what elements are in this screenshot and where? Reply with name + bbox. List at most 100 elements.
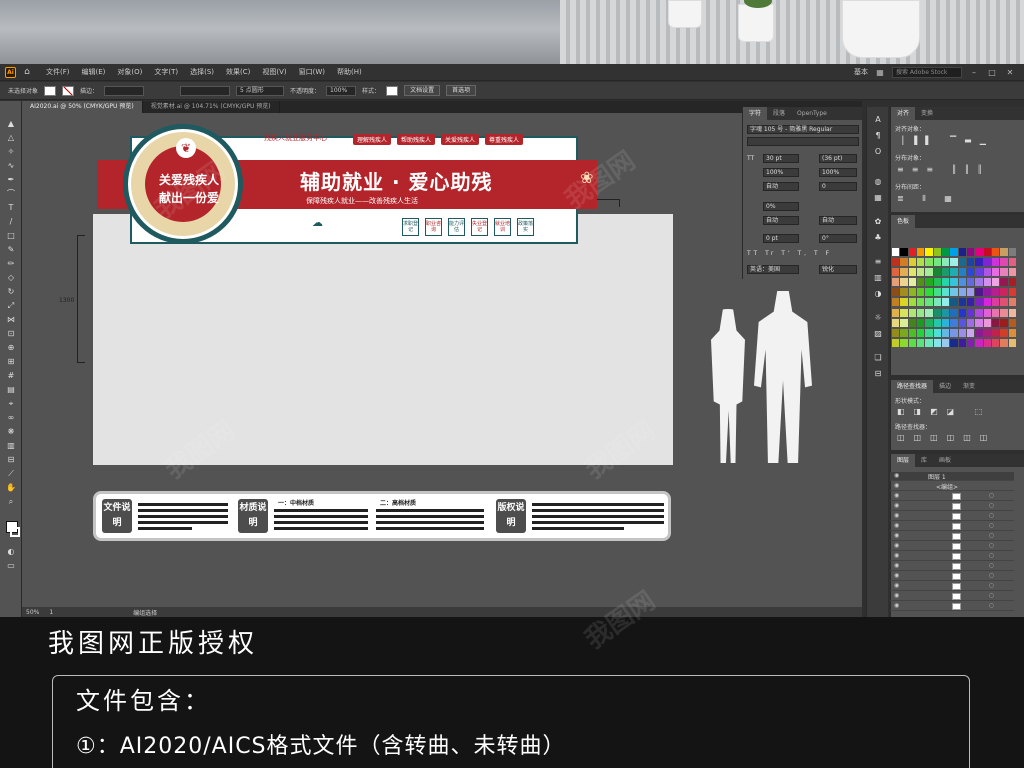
- tab-character[interactable]: 字符: [743, 107, 768, 120]
- color-swatch[interactable]: [900, 268, 908, 277]
- menu-help[interactable]: 帮助(H): [337, 67, 362, 77]
- spacing-buttons[interactable]: ≣ ⦀ ▦: [897, 194, 960, 204]
- menu-object[interactable]: 对象(O): [117, 67, 142, 77]
- document-setup-button[interactable]: 文档设置: [404, 85, 441, 96]
- font-family-field[interactable]: 字魂 105 号 - 简雅黑 Regular: [747, 125, 859, 134]
- color-swatch[interactable]: [1000, 248, 1008, 256]
- menu-effect[interactable]: 效果(C): [226, 67, 250, 77]
- paintbrush-icon[interactable]: ✎: [6, 245, 16, 255]
- target-circle-icon[interactable]: ○: [989, 542, 994, 549]
- tab-visual-assets[interactable]: 视觉素材.ai @ 104.71% (CMYK/GPU 预览): [143, 101, 280, 113]
- color-swatch[interactable]: [967, 258, 975, 267]
- color-swatch[interactable]: [900, 298, 908, 307]
- stock-search-input[interactable]: 搜索 Adobe Stock: [892, 66, 962, 78]
- color-swatch[interactable]: [975, 278, 983, 287]
- layer-row[interactable]: ◉ ○: [890, 572, 1014, 581]
- font-style-field[interactable]: [747, 137, 859, 146]
- color-swatch[interactable]: [950, 268, 958, 277]
- color-swatch[interactable]: [925, 248, 933, 256]
- color-swatch[interactable]: [983, 318, 991, 327]
- color-swatch[interactable]: [942, 328, 950, 337]
- color-swatch[interactable]: [908, 298, 916, 307]
- target-circle-icon[interactable]: ○: [989, 502, 994, 509]
- color-swatch[interactable]: [950, 288, 958, 297]
- tab-align[interactable]: 对齐: [891, 107, 916, 120]
- color-swatch[interactable]: [992, 318, 1000, 327]
- color-swatch[interactable]: [925, 288, 933, 297]
- line-tool-icon[interactable]: /: [6, 217, 16, 227]
- menu-view[interactable]: 视图(V): [262, 67, 286, 77]
- color-swatch[interactable]: [983, 268, 991, 277]
- color-swatch[interactable]: [892, 328, 900, 337]
- color-swatch[interactable]: [967, 298, 975, 307]
- scale-icon[interactable]: ⤢: [6, 301, 16, 311]
- color-swatch[interactable]: [1000, 338, 1008, 347]
- color-swatch[interactable]: [992, 278, 1000, 287]
- color-swatch[interactable]: [983, 288, 991, 297]
- tab-artboards[interactable]: 画板: [933, 454, 957, 467]
- color-swatch[interactable]: [1008, 248, 1016, 256]
- layer-row[interactable]: ◉ ○: [890, 562, 1014, 571]
- color-swatch[interactable]: [933, 298, 941, 307]
- visibility-eye-icon[interactable]: ◉: [894, 572, 899, 579]
- color-swatch[interactable]: [950, 318, 958, 327]
- color-swatch[interactable]: [908, 308, 916, 317]
- color-swatch[interactable]: [892, 308, 900, 317]
- character-panel-icon[interactable]: A: [873, 115, 883, 125]
- graph-tool-icon[interactable]: ▥: [6, 441, 16, 451]
- color-swatch[interactable]: [917, 308, 925, 317]
- artboards-panel-icon[interactable]: ⊟: [873, 369, 883, 379]
- appearance-panel-icon[interactable]: ☼: [873, 313, 883, 323]
- align-buttons[interactable]: ▕▐▌ ▔▬▁: [897, 136, 994, 145]
- color-guide-icon[interactable]: ▦: [873, 193, 883, 203]
- color-swatch[interactable]: [925, 308, 933, 317]
- type-style-buttons[interactable]: TT Tr T' T, T F: [747, 250, 832, 257]
- char-spacing-before-field[interactable]: 自动: [763, 216, 799, 225]
- lasso-icon[interactable]: ∿: [6, 161, 16, 171]
- color-swatch[interactable]: [975, 268, 983, 277]
- color-swatch[interactable]: [892, 338, 900, 347]
- color-swatch[interactable]: [908, 248, 916, 256]
- brushes-panel-icon[interactable]: ✿: [873, 217, 883, 227]
- shape-mode-buttons[interactable]: ◧◨◩◪ ⬚: [897, 407, 991, 416]
- menu-edit[interactable]: 编辑(E): [82, 67, 106, 77]
- color-swatch[interactable]: [925, 318, 933, 327]
- color-swatch[interactable]: [933, 248, 941, 256]
- hand-tool-icon[interactable]: ✋: [6, 483, 16, 493]
- eyedropper-icon[interactable]: ⌖: [6, 399, 16, 409]
- free-transform-icon[interactable]: ⊡: [6, 329, 16, 339]
- menu-file[interactable]: 文件(F): [46, 67, 70, 77]
- magic-wand-icon[interactable]: ✧: [6, 147, 16, 157]
- color-swatch[interactable]: [1008, 278, 1016, 287]
- eraser-icon[interactable]: ◇: [6, 273, 16, 283]
- color-swatch[interactable]: [992, 268, 1000, 277]
- menu-type[interactable]: 文字(T): [154, 67, 178, 77]
- color-swatch[interactable]: [892, 268, 900, 277]
- color-swatch[interactable]: [900, 328, 908, 337]
- color-swatch[interactable]: [1000, 308, 1008, 317]
- color-swatch[interactable]: [975, 328, 983, 337]
- color-swatch[interactable]: [933, 338, 941, 347]
- color-swatch[interactable]: [967, 248, 975, 256]
- tracking-field[interactable]: 0: [819, 182, 857, 191]
- symbols-panel-icon[interactable]: ♣: [873, 233, 883, 243]
- color-swatch[interactable]: [992, 248, 1000, 256]
- color-swatch[interactable]: [983, 258, 991, 267]
- layer-row[interactable]: ◉ 图层 1: [890, 472, 1014, 481]
- tab-ai2020[interactable]: AI2020.ai @ 50% (CMYK/GPU 预览): [22, 101, 143, 113]
- target-circle-icon[interactable]: ○: [989, 592, 994, 599]
- color-swatch[interactable]: [975, 338, 983, 347]
- color-swatch[interactable]: [925, 258, 933, 267]
- layer-row[interactable]: ◉ ○: [890, 552, 1014, 561]
- color-swatch[interactable]: [1008, 338, 1016, 347]
- type-tool-icon[interactable]: T: [6, 203, 16, 213]
- color-swatch[interactable]: [1000, 258, 1008, 267]
- color-swatch[interactable]: [917, 258, 925, 267]
- target-circle-icon[interactable]: ○: [989, 582, 994, 589]
- color-swatch[interactable]: [908, 318, 916, 327]
- color-swatch[interactable]: [1008, 308, 1016, 317]
- color-swatch[interactable]: [1008, 258, 1016, 267]
- visibility-eye-icon[interactable]: ◉: [894, 502, 899, 509]
- font-size-field[interactable]: 30 pt: [763, 154, 799, 163]
- target-circle-icon[interactable]: ○: [989, 602, 994, 609]
